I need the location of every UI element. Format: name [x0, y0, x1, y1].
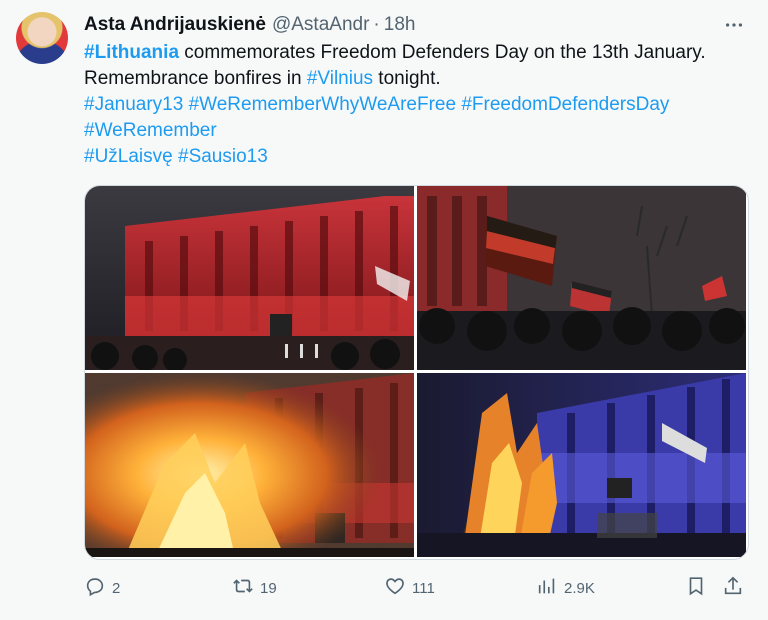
hashtag-uzlaisve[interactable]: #UžLaisvę: [84, 146, 173, 167]
hashtag-lithuania[interactable]: #Lithuania: [84, 42, 179, 63]
photo-bonfire-red[interactable]: [85, 373, 414, 557]
hashtag-row-1: #January13 #WeRememberWhyWeAreFree #Free…: [84, 92, 752, 118]
tweet-line-1-text: commemorates Freedom Defenders Day on th…: [179, 42, 706, 63]
repost-icon: [232, 575, 254, 601]
views-count: 2.9K: [564, 579, 595, 597]
tweet-line-1: #Lithuania commemorates Freedom Defender…: [84, 40, 752, 66]
photo-bonfire-blue[interactable]: [417, 373, 746, 557]
hashtag-weremeberwhywearefree[interactable]: #WeRememberWhyWeAreFree: [189, 94, 456, 115]
repost-count: 19: [260, 579, 277, 597]
tweet-line-2-end: tonight.: [373, 68, 441, 89]
hashtag-row-2: #WeRemember: [84, 118, 752, 144]
separator: ·: [373, 14, 380, 35]
photo-parliament-red[interactable]: [85, 186, 414, 370]
tweet-line-2: Remembrance bonfires in #Vilnius tonight…: [84, 66, 752, 92]
like-icon: [384, 575, 406, 601]
tweet-header: Asta Andrijauskienė @AstaAndr · 18h: [84, 13, 752, 37]
like-button[interactable]: 111: [384, 574, 435, 602]
tweet-line-2-text: Remembrance bonfires in: [84, 68, 307, 89]
hashtag-freedomdefendersday[interactable]: #FreedomDefendersDay: [461, 94, 669, 115]
bookmark-button[interactable]: [685, 574, 707, 602]
hashtag-vilnius[interactable]: #Vilnius: [307, 68, 373, 89]
reply-button[interactable]: 2: [84, 574, 120, 602]
like-count: 111: [412, 579, 435, 597]
views-button[interactable]: 2.9K: [536, 574, 595, 602]
photo-crowd-flags[interactable]: [417, 186, 746, 370]
avatar[interactable]: [16, 12, 68, 64]
views-icon: [536, 575, 558, 601]
reply-count: 2: [112, 579, 121, 597]
hashtag-weremember[interactable]: #WeRemember: [84, 120, 217, 141]
more-icon[interactable]: [720, 13, 748, 37]
hashtag-january13[interactable]: #January13: [84, 94, 183, 115]
timestamp[interactable]: 18h: [384, 14, 416, 36]
repost-button[interactable]: 19: [232, 574, 277, 602]
tweet: Asta Andrijauskienė @AstaAndr · 18h #Lit…: [0, 0, 768, 620]
author-name[interactable]: Asta Andrijauskienė: [84, 14, 266, 36]
action-bar: 2 19 111 2.9K: [84, 574, 752, 602]
reply-icon: [84, 575, 106, 601]
bookmark-icon: [685, 575, 707, 601]
hashtag-row-3: #UžLaisvę #Sausio13: [84, 144, 752, 170]
hashtag-sausio13[interactable]: #Sausio13: [178, 146, 268, 167]
share-button[interactable]: [722, 574, 744, 602]
share-icon: [722, 575, 744, 601]
media-grid: [84, 185, 749, 560]
author-handle[interactable]: @AstaAndr: [272, 14, 369, 36]
tweet-text: #Lithuania commemorates Freedom Defender…: [84, 40, 752, 170]
